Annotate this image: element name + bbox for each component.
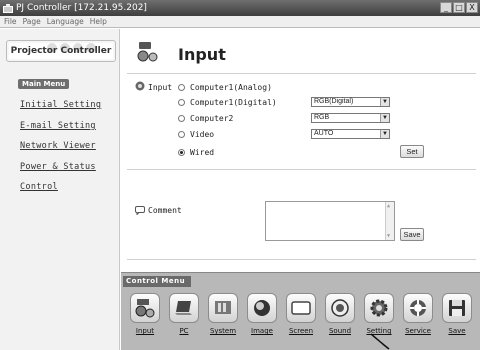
option-label-wired: Wired <box>190 148 215 157</box>
main-panel: Input Input Computer1(Analog) Computer1(… <box>121 29 480 272</box>
menu-help[interactable]: Help <box>90 17 107 26</box>
radio-wired[interactable] <box>178 149 185 156</box>
setting-icon <box>364 293 394 323</box>
control-item-system-label: System <box>209 327 237 335</box>
video-select[interactable]: AUTO ▼ <box>311 129 390 139</box>
radio-computer2[interactable] <box>178 115 185 122</box>
minimize-button[interactable]: _ <box>440 2 452 13</box>
divider <box>127 169 476 170</box>
option-label-computer2: Computer2 <box>190 114 234 123</box>
control-item-service-label: Service <box>405 327 431 335</box>
control-item-pc-label: PC <box>179 327 189 335</box>
control-item-screen-label: Screen <box>288 327 314 335</box>
control-item-sound[interactable]: Sound <box>322 293 358 345</box>
sidebar-item-initial-setting[interactable]: Initial Setting <box>20 100 101 110</box>
control-item-pc[interactable]: PC <box>166 293 202 345</box>
radio-computer1-analog[interactable] <box>178 84 185 91</box>
chevron-down-icon: ▼ <box>380 130 389 138</box>
service-icon <box>403 293 433 323</box>
computer1-digital-select[interactable]: RGB(Digital) ▼ <box>311 97 390 107</box>
sidebar: Projector Controller Main Menu Initial S… <box>0 29 120 350</box>
sidebar-item-email-setting[interactable]: E-mail Setting <box>20 121 96 131</box>
mouse-pointer-icon <box>370 333 390 350</box>
control-item-image[interactable]: Image <box>244 293 280 345</box>
comment-label: Comment <box>148 206 182 215</box>
close-button[interactable]: X <box>466 2 478 13</box>
system-icon <box>208 293 238 323</box>
input-icon <box>130 293 160 323</box>
divider <box>127 73 476 74</box>
control-item-save-label: Save <box>448 327 466 335</box>
set-button[interactable]: Set <box>400 145 424 158</box>
sidebar-item-network-viewer[interactable]: Network Viewer <box>20 141 96 151</box>
input-gear-icon <box>135 81 145 91</box>
save-button[interactable]: Save <box>400 228 424 241</box>
computer1-digital-select-value: RGB(Digital) <box>314 98 354 105</box>
video-select-value: AUTO <box>314 130 334 137</box>
menu-language[interactable]: Language <box>47 17 84 26</box>
menu-page[interactable]: Page <box>23 17 41 26</box>
save-icon <box>442 293 472 323</box>
title-bar: PJ Controller [172.21.95.202] _ □ X <box>0 0 480 16</box>
control-item-sound-label: Sound <box>328 327 352 335</box>
control-menu-title: Control Menu <box>123 276 191 287</box>
pc-icon <box>169 293 199 323</box>
maximize-button[interactable]: □ <box>453 2 465 13</box>
textarea-scrollbar[interactable]: ▲ ▼ <box>385 202 394 240</box>
control-item-service[interactable]: Service <box>400 293 436 345</box>
control-item-save[interactable]: Save <box>439 293 475 345</box>
page-title: Input <box>178 45 226 64</box>
control-item-image-label: Image <box>251 327 273 335</box>
control-item-input-label: Input <box>135 327 155 335</box>
projector-controller-logo: Projector Controller <box>6 40 116 62</box>
image-icon <box>247 293 277 323</box>
control-item-system[interactable]: System <box>205 293 241 345</box>
scroll-down-icon[interactable]: ▼ <box>387 233 390 239</box>
computer2-select[interactable]: RGB ▼ <box>311 113 390 123</box>
sidebar-item-power-status[interactable]: Power & Status <box>20 162 96 172</box>
chevron-down-icon: ▼ <box>380 98 389 106</box>
option-label-computer1-digital: Computer1(Digital) <box>190 98 277 107</box>
main-menu-badge: Main Menu <box>18 79 70 89</box>
logo-text: Projector Controller <box>10 46 112 56</box>
control-item-input[interactable]: Input <box>127 293 163 345</box>
scroll-up-icon[interactable]: ▲ <box>387 203 390 209</box>
menu-bar: File Page Language Help <box>0 16 480 28</box>
sound-icon <box>325 293 355 323</box>
chevron-down-icon: ▼ <box>380 114 389 122</box>
control-item-screen[interactable]: Screen <box>283 293 319 345</box>
computer2-select-value: RGB <box>314 114 330 121</box>
comment-textarea[interactable]: ▲ ▼ <box>265 201 395 241</box>
sidebar-item-control[interactable]: Control <box>20 182 58 192</box>
input-heading-icon <box>137 41 159 63</box>
radio-computer1-digital[interactable] <box>178 99 185 106</box>
comment-icon <box>135 206 145 215</box>
option-label-video: Video <box>190 130 215 139</box>
radio-video[interactable] <box>178 131 185 138</box>
option-label-computer1-analog: Computer1(Analog) <box>190 83 272 92</box>
menu-file[interactable]: File <box>4 17 17 26</box>
screen-icon <box>286 293 316 323</box>
control-menu: Control Menu Input PC System Image Scree… <box>121 272 480 350</box>
divider <box>127 259 476 260</box>
input-label: Input <box>148 83 173 92</box>
window-title: PJ Controller [172.21.95.202] <box>16 3 147 13</box>
app-icon <box>2 3 14 13</box>
